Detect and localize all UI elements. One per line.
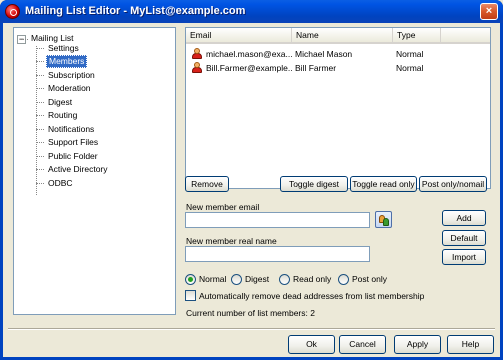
member-row[interactable]: Bill.Farmer@example... Bill Farmer Norma… (186, 61, 490, 74)
member-email: michael.mason@exa... (206, 49, 292, 59)
column-header-name[interactable]: Name (292, 28, 393, 42)
cancel-button[interactable]: Cancel (339, 335, 386, 354)
radio-read-only-label[interactable]: Read only (293, 274, 331, 285)
address-book-icon[interactable] (375, 211, 392, 228)
mailing-list-editor-window: Mailing List Editor - MyList@example.com… (0, 0, 503, 360)
radio-digest-label[interactable]: Digest (245, 274, 269, 285)
help-button[interactable]: Help (447, 335, 494, 354)
title-bar[interactable]: Mailing List Editor - MyList@example.com… (0, 0, 503, 23)
remove-button[interactable]: Remove (185, 176, 229, 192)
member-email: Bill.Farmer@example... (206, 63, 292, 73)
default-button[interactable]: Default (442, 230, 486, 246)
apply-button[interactable]: Apply (394, 335, 441, 354)
tree-connector (21, 39, 28, 40)
member-name: Michael Mason (295, 49, 353, 59)
import-button[interactable]: Import (442, 249, 486, 265)
tree-connector (36, 46, 37, 195)
tree-item-label: Support Files (48, 137, 99, 147)
add-button[interactable]: Add (442, 210, 486, 226)
new-member-email-input[interactable] (185, 212, 370, 228)
radio-digest[interactable] (231, 274, 242, 285)
app-icon (5, 4, 20, 19)
tree-item-label: Routing (48, 110, 78, 120)
member-row[interactable]: michael.mason@exa... Michael Mason Norma… (186, 47, 490, 60)
radio-post-only-label[interactable]: Post only (352, 274, 387, 285)
tree-item-label: Digest (48, 97, 73, 107)
new-member-email-label: New member email (186, 202, 260, 212)
dialog-client-area: − Mailing List Settings Members Subscrip… (3, 23, 500, 357)
post-only-nomail-button[interactable]: Post only/nomail (419, 176, 487, 192)
tree-item-label: Moderation (48, 83, 91, 93)
radio-normal-label[interactable]: Normal (199, 274, 226, 285)
separator (8, 328, 495, 330)
tree-item-label: Notifications (48, 124, 95, 134)
radio-read-only[interactable] (279, 274, 290, 285)
navigation-tree[interactable]: − Mailing List Settings Members Subscrip… (13, 27, 176, 315)
list-header: Email Name Type (186, 28, 490, 44)
member-count-text: Current number of list members: 2 (186, 308, 315, 318)
member-type: Normal (396, 49, 424, 59)
member-type: Normal (396, 63, 424, 73)
toggle-digest-button[interactable]: Toggle digest (280, 176, 348, 192)
tree-item-label: Members (46, 55, 88, 68)
tree-item-label: Active Directory (48, 164, 108, 174)
new-member-real-name-input[interactable] (185, 246, 370, 262)
members-list[interactable]: Email Name Type michael.mason@exa... Mic… (185, 27, 491, 189)
ok-button[interactable]: Ok (288, 335, 335, 354)
window-title: Mailing List Editor - MyList@example.com (25, 5, 246, 17)
person-icon (192, 48, 202, 59)
radio-normal[interactable] (185, 274, 196, 285)
auto-remove-checkbox[interactable] (185, 290, 196, 301)
column-header-type[interactable]: Type (393, 28, 441, 42)
tree-item-label: Public Folder (48, 151, 98, 161)
new-member-real-name-label: New member real name (186, 236, 277, 246)
tree-item-label: Settings (48, 43, 79, 53)
tree-item-label: ODBC (48, 178, 73, 188)
toggle-read-only-button[interactable]: Toggle read only (350, 176, 417, 192)
tree-item-label: Subscription (48, 70, 95, 80)
member-name: Bill Farmer (295, 63, 337, 73)
column-header-email[interactable]: Email (186, 28, 292, 42)
person-icon (192, 62, 202, 73)
auto-remove-label[interactable]: Automatically remove dead addresses from… (199, 291, 424, 301)
close-button[interactable]: × (480, 3, 498, 20)
radio-post-only[interactable] (338, 274, 349, 285)
